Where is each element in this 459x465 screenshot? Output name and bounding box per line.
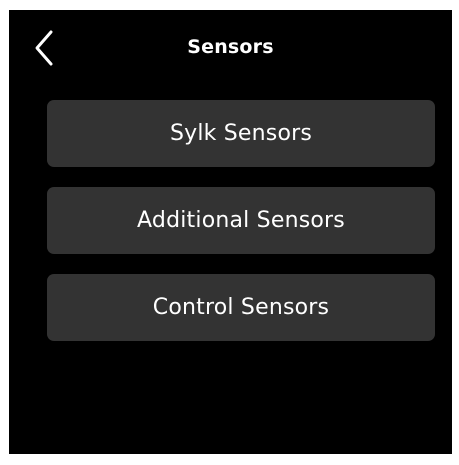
- additional-sensors-button[interactable]: Additional Sensors: [47, 187, 435, 254]
- control-sensors-label: Control Sensors: [152, 295, 330, 320]
- additional-sensors-label: Additional Sensors: [137, 208, 345, 233]
- header: Sensors: [9, 10, 452, 82]
- page-title: Sensors: [187, 36, 274, 58]
- sylk-sensors-label: Sylk Sensors: [169, 121, 313, 146]
- sylk-sensors-button[interactable]: Sylk Sensors: [47, 100, 435, 167]
- device-screen: Sensors Sylk Sensors Additional Sensors …: [9, 10, 452, 454]
- control-sensors-button[interactable]: Control Sensors: [47, 274, 435, 341]
- sensor-menu: Sylk Sensors Additional Sensors Control …: [47, 100, 435, 361]
